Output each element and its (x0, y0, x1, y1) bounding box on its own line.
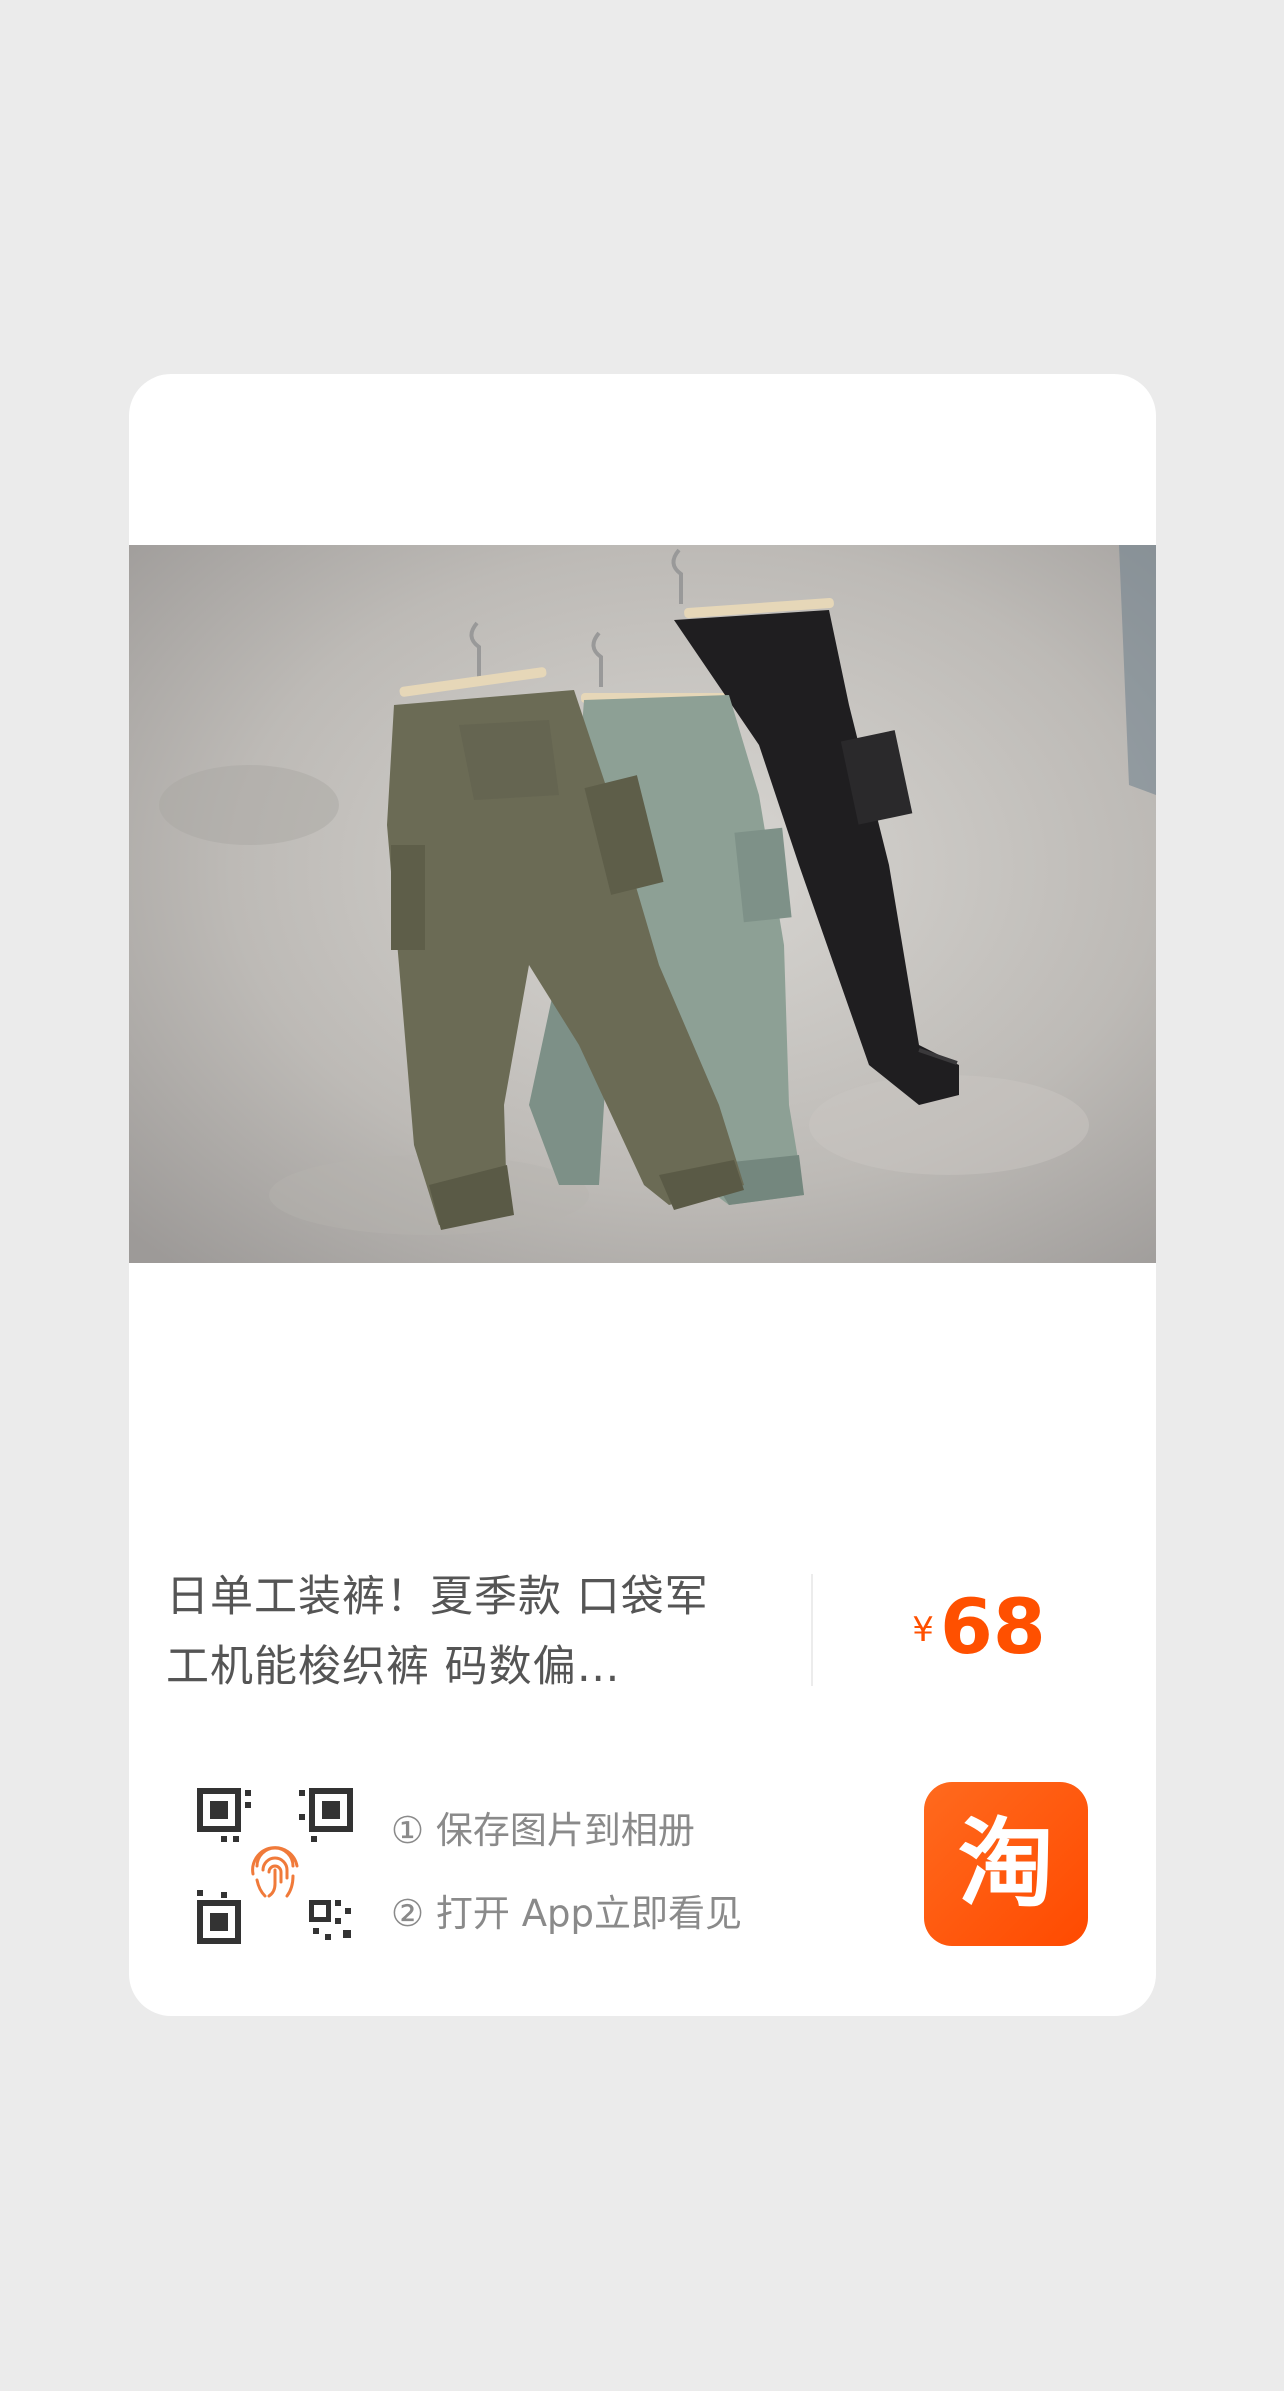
price-value: 68 (939, 1582, 1046, 1671)
taobao-app-icon[interactable]: 淘 (924, 1782, 1088, 1946)
price-currency: ¥ (912, 1610, 934, 1650)
step-open-app: ② 打开 App立即看见 (391, 1892, 742, 1935)
product-image[interactable] (129, 545, 1156, 1263)
price: ¥68 (829, 1582, 1129, 1671)
step-save-image: ① 保存图片到相册 (391, 1809, 695, 1852)
share-card: 日单工装裤！夏季款 口袋军工机能梭织裤 码数偏… ¥68 ① 保存图片到相册 ②… (129, 374, 1156, 2016)
divider (811, 1574, 813, 1686)
qr-code-fingerprint-icon (197, 1788, 353, 1944)
product-title[interactable]: 日单工装裤！夏季款 口袋军工机能梭织裤 码数偏… (166, 1562, 726, 1702)
app-icon-glyph: 淘 (958, 1808, 1054, 1920)
save-instructions: ① 保存图片到相册 ② 打开 App立即看见 (391, 1789, 742, 1955)
